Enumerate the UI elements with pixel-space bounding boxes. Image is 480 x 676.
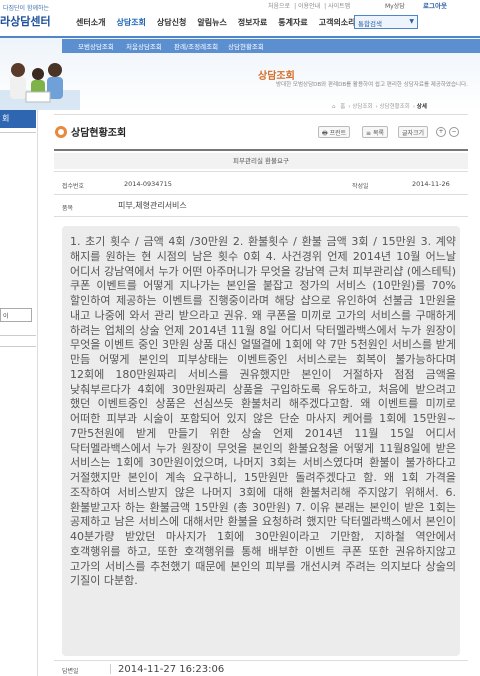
created-date-value: 2014-11-26 bbox=[412, 180, 450, 188]
util-link-guide[interactable]: 이용안내 bbox=[298, 3, 320, 10]
page-title: 상담현황조회 bbox=[71, 128, 127, 139]
list-button[interactable]: ≡ 목록 bbox=[362, 126, 388, 138]
subnav-item-first[interactable]: 처움상담조회 bbox=[126, 41, 162, 51]
sub-navigation: 모범상담조회 처움상담조회 판례/조정례조회 상담현황조회 bbox=[62, 39, 480, 53]
answer-date-label: 답변일 bbox=[62, 668, 79, 675]
receipt-number-value: 2014-0934715 bbox=[124, 180, 172, 188]
left-sidebar: 회 이 bbox=[0, 110, 38, 676]
breadcrumb-divider bbox=[54, 114, 468, 115]
print-button-label: 프린트 bbox=[329, 130, 347, 137]
banner-description: 방대한 모범상담DB와 판례DB를 활용하여 쉽고 편리한 상담자료를 제공하였… bbox=[276, 82, 468, 88]
item-value: 피부,체형관리서비스 bbox=[118, 201, 187, 210]
table-divider bbox=[54, 171, 468, 172]
print-button[interactable]: 🖶 프린트 bbox=[318, 126, 351, 138]
breadcrumb-status[interactable]: 상담현황조회 bbox=[379, 104, 409, 110]
subnav-item-cases[interactable]: 판례/조정례조회 bbox=[174, 41, 218, 51]
table-divider bbox=[54, 194, 468, 195]
sidebar-divider bbox=[0, 346, 36, 347]
counsel-content-text: 1. 초기 횟수 / 금액 4회 /30만원 2. 환불횟수 / 환불 금액 3… bbox=[70, 235, 456, 588]
sidebar-divider bbox=[0, 335, 36, 336]
global-search-label: 통합검색 bbox=[358, 20, 382, 28]
subnav-item-status[interactable]: 상담현황조회 bbox=[228, 41, 264, 51]
gnb-item-stats[interactable]: 통계자료 bbox=[278, 17, 307, 28]
font-size-label: 글자크기 bbox=[402, 130, 425, 137]
counsel-content-box: 1. 초기 횟수 / 금액 4회 /30만원 2. 환불횟수 / 환불 금액 3… bbox=[62, 226, 460, 656]
utility-links: 처음으로 | 이용안내 | 사이트맵 bbox=[268, 3, 351, 10]
breadcrumb-current: 상세 bbox=[416, 104, 427, 110]
gnb-item-counsel-search[interactable]: 상담조회 bbox=[116, 17, 145, 28]
font-size-button[interactable]: 글자크기 bbox=[398, 126, 429, 138]
gnb-item-counsel-apply[interactable]: 상담신청 bbox=[157, 17, 186, 28]
breadcrumb: ⌂ 홈 › 상담조회 › 상담현황조회 › 상세 bbox=[332, 104, 427, 110]
table-top-border bbox=[54, 149, 468, 151]
receipt-number-label: 접수번호 bbox=[62, 183, 85, 190]
site-header: 다짐단이 함께하는 라상담센터 처음으로 | 이용안내 | 사이트맵 My상담 로그… bbox=[0, 0, 480, 38]
item-label: 품목 bbox=[62, 205, 74, 212]
answer-separator bbox=[110, 664, 111, 674]
chevron-down-icon: ▼ bbox=[409, 18, 414, 25]
logo-tagline: 다짐단이 함께하는 bbox=[3, 5, 50, 12]
created-date-label: 작성일 bbox=[352, 183, 369, 190]
logout-link[interactable]: 로그아웃 bbox=[423, 0, 447, 10]
util-link-sitemap[interactable]: 사이트맵 bbox=[328, 3, 350, 10]
sidebar-search-select[interactable]: 이 bbox=[0, 308, 32, 322]
title-bullet-icon bbox=[55, 126, 67, 138]
font-increase-icon[interactable]: + bbox=[436, 127, 446, 137]
main-navigation: 센터소개 상담조회 상담신청 알림뉴스 정보자료 통계자료 고객의소리 bbox=[76, 17, 367, 28]
table-divider bbox=[54, 660, 468, 661]
breadcrumb-home[interactable]: 홈 bbox=[340, 104, 345, 110]
home-icon[interactable]: ⌂ bbox=[332, 104, 336, 110]
sidebar-divider bbox=[0, 132, 36, 133]
util-link-home[interactable]: 처음으로 bbox=[268, 3, 290, 10]
global-search-select[interactable]: 통합검색 ▼ bbox=[354, 15, 418, 29]
font-decrease-icon[interactable]: − bbox=[449, 127, 459, 137]
family-illustration bbox=[0, 63, 80, 110]
gnb-item-info[interactable]: 정보자료 bbox=[238, 17, 267, 28]
answer-date-value: 2014-11-27 16:23:06 bbox=[118, 664, 225, 675]
gnb-item-center[interactable]: 센터소개 bbox=[76, 17, 105, 28]
sidebar-heading: 회 bbox=[0, 110, 36, 128]
site-logo[interactable]: 다짐단이 함께하는 라상담센터 bbox=[0, 2, 52, 32]
my-counsel-link[interactable]: My상담 bbox=[385, 1, 405, 10]
list-button-label: 목록 bbox=[372, 130, 384, 137]
logo-name: 라상담센터 bbox=[0, 15, 51, 28]
case-category: 피부관리실 환불요구 bbox=[54, 153, 468, 169]
breadcrumb-counsel[interactable]: 상담조회 bbox=[352, 104, 372, 110]
table-divider bbox=[54, 216, 468, 217]
subnav-item-model[interactable]: 모범상담조회 bbox=[78, 41, 114, 51]
gnb-item-news[interactable]: 알림뉴스 bbox=[197, 17, 226, 28]
gnb-item-voice[interactable]: 고객의소리 bbox=[319, 17, 356, 28]
